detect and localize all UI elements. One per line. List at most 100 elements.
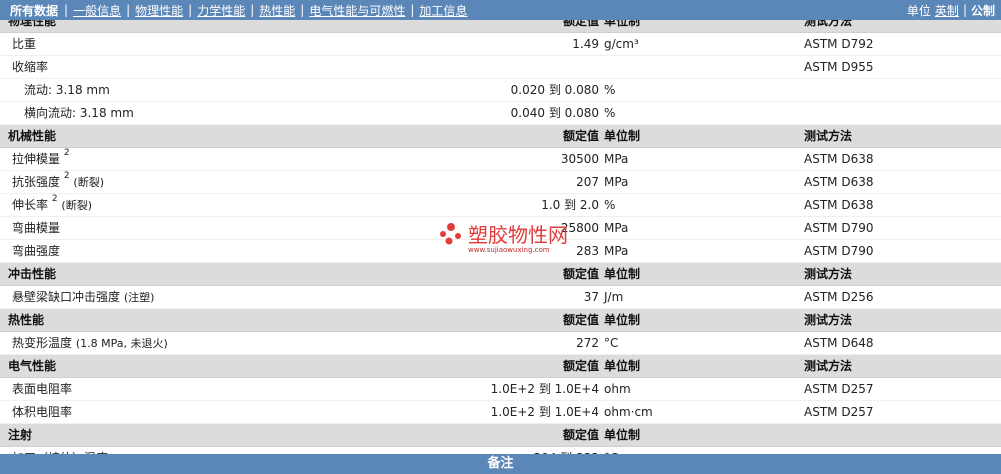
nav-mechanical[interactable]: 力学性能 (192, 2, 250, 19)
section-title: 注射 (8, 428, 33, 442)
notes-label: 备注 (487, 456, 514, 471)
test-method: ASTM D638 (804, 198, 874, 212)
property-unit: ohm (604, 382, 631, 396)
unit-switcher: 单位 英制 | 公制 (905, 0, 997, 20)
col-method-header: 测试方法 (804, 267, 853, 281)
test-method: ASTM D638 (804, 175, 874, 189)
col-value-header: 额定值 (562, 313, 599, 327)
section-title: 机械性能 (8, 129, 57, 143)
table-row: 体积电阻率 1.0E+2 到 1.0E+4 ohm·cm ASTM D257 (0, 401, 1001, 424)
test-method: ASTM D648 (804, 336, 874, 350)
property-name: 拉伸模量 2 (12, 148, 70, 167)
nav-all-data[interactable]: 所有数据 (0, 2, 64, 19)
property-name: 流动: 3.18 mm (24, 83, 110, 97)
property-name: 热变形温度 (1.8 MPa, 未退火) (12, 336, 168, 350)
units-metric-active: 公制 (970, 3, 995, 18)
property-unit: % (604, 106, 616, 120)
col-unit-header: 单位制 (604, 313, 641, 327)
test-method: ASTM D638 (804, 152, 874, 166)
property-name: 体积电阻率 (12, 405, 73, 419)
property-value: 1.0E+2 到 1.0E+4 (490, 382, 599, 396)
table-row: 抗张强度 2 (断裂) 207 MPa ASTM D638 (0, 171, 1001, 194)
nav-separator: | (962, 3, 967, 17)
property-unit: % (604, 83, 616, 97)
section-header-injection: 注射 额定值 单位制 (0, 424, 1001, 447)
table-row: 表面电阻率 1.0E+2 到 1.0E+4 ohm ASTM D257 (0, 378, 1001, 401)
col-method-header: 测试方法 (804, 129, 853, 143)
table-row: 悬壁梁缺口冲击强度 (注塑) 37 J/m ASTM D256 (0, 286, 1001, 309)
property-value: 30500 (560, 152, 599, 166)
property-unit: J/m (604, 290, 624, 304)
table-row: 收缩率 ASTM D955 (0, 56, 1001, 79)
property-name: 伸长率 2 (断裂) (12, 194, 92, 213)
col-value-header: 额定值 (562, 359, 599, 373)
nav-thermal[interactable]: 热性能 (254, 2, 300, 19)
condition-note: (断裂) (73, 176, 104, 189)
property-unit: MPa (604, 244, 629, 258)
condition-note: (1.8 MPa, 未退火) (75, 337, 168, 350)
top-nav-bar: 所有数据 | 一般信息 | 物理性能 | 力学性能 | 热性能 | 电气性能与可… (0, 0, 1001, 20)
test-method: ASTM D790 (804, 244, 874, 258)
property-unit: g/cm³ (604, 37, 639, 51)
nav-physical[interactable]: 物理性能 (130, 2, 188, 19)
table-row: 热变形温度 (1.8 MPa, 未退火) 272 °C ASTM D648 (0, 332, 1001, 355)
section-header-impact: 冲击性能 额定值 单位制 测试方法 (0, 263, 1001, 286)
col-unit-header: 单位制 (604, 359, 641, 373)
section-header-thermal: 热性能 额定值 单位制 测试方法 (0, 309, 1001, 332)
property-name: 比重 (12, 37, 37, 51)
col-value-header: 额定值 (562, 428, 599, 442)
nav-processing[interactable]: 加工信息 (414, 2, 472, 19)
table-row: 流动: 3.18 mm 0.020 到 0.080 % (0, 79, 1001, 102)
footnote-ref: 2 (63, 148, 70, 158)
table-row: 伸长率 2 (断裂) 1.0 到 2.0 % ASTM D638 (0, 194, 1001, 217)
test-method: ASTM D792 (804, 37, 874, 51)
units-imperial-link[interactable]: 英制 (933, 2, 961, 19)
watermark-text: 塑胶物性网 (468, 223, 568, 247)
col-unit-header: 单位制 (604, 428, 641, 442)
property-unit: °C (604, 336, 619, 350)
footnote-ref: 2 (51, 194, 58, 204)
property-unit: % (604, 198, 616, 212)
col-unit-header: 单位制 (604, 129, 641, 143)
property-unit: MPa (604, 221, 629, 235)
condition-note: (注塑) (123, 291, 155, 304)
table-row: 横向流动: 3.18 mm 0.040 到 0.080 % (0, 102, 1001, 125)
watermark-dots-icon (440, 223, 461, 245)
section-title: 冲击性能 (8, 267, 57, 281)
property-value: 283 (576, 244, 599, 258)
section-header-mechanical: 机械性能 额定值 单位制 测试方法 (0, 125, 1001, 148)
watermark-logo: 塑胶物性网 www.sujiaowuxing.com (438, 221, 578, 261)
test-method: ASTM D955 (804, 60, 874, 74)
property-value: 207 (576, 175, 599, 189)
property-value: 272 (576, 336, 599, 350)
table-row: 拉伸模量 2 30500 MPa ASTM D638 (0, 148, 1001, 171)
watermark-url: www.sujiaowuxing.com (468, 246, 550, 254)
footnote-ref: 2 (63, 171, 70, 181)
property-name: 抗张强度 2 (断裂) (12, 171, 104, 190)
notes-bar[interactable]: 备注 (0, 454, 1001, 474)
property-value: 0.040 到 0.080 (510, 106, 599, 120)
property-value: 1.49 (572, 37, 599, 51)
condition-note: (断裂) (61, 199, 92, 212)
property-unit: MPa (604, 175, 629, 189)
col-unit-header: 单位制 (604, 267, 641, 281)
col-method-header: 测试方法 (804, 359, 853, 373)
col-value-header: 额定值 (562, 267, 599, 281)
property-value: 1.0E+2 到 1.0E+4 (490, 405, 599, 419)
property-value: 37 (583, 290, 599, 304)
nav-general-info[interactable]: 一般信息 (68, 2, 126, 19)
col-method-header: 测试方法 (804, 313, 853, 327)
test-method: ASTM D790 (804, 221, 874, 235)
property-name: 悬壁梁缺口冲击强度 (注塑) (12, 290, 155, 304)
property-name: 弯曲模量 (12, 221, 61, 235)
property-value: 1.0 到 2.0 (541, 198, 599, 212)
nav-electrical[interactable]: 电气性能与可燃性 (304, 2, 410, 19)
property-name: 弯曲强度 (12, 244, 61, 258)
test-method: ASTM D257 (804, 405, 874, 419)
property-name: 表面电阻率 (12, 382, 73, 396)
test-method: ASTM D257 (804, 382, 874, 396)
units-label: 单位 (906, 3, 931, 18)
property-unit: ohm·cm (604, 405, 653, 419)
col-value-header: 额定值 (562, 129, 599, 143)
section-title: 热性能 (8, 313, 45, 327)
